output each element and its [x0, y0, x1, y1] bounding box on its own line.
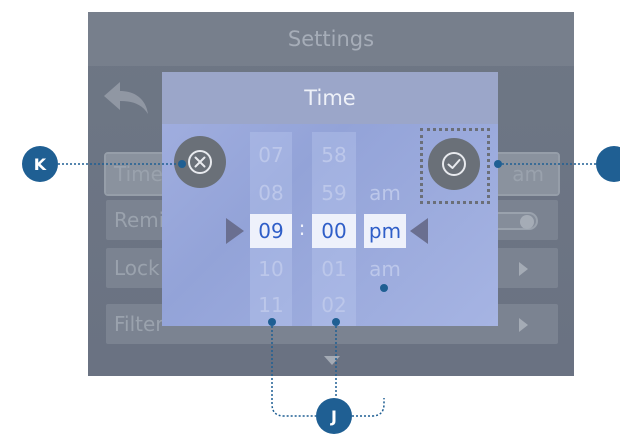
ampm-option[interactable]: am — [364, 176, 406, 210]
callout-j: J — [316, 398, 352, 434]
minute-wheel[interactable]: 58 59 00 01 02 — [312, 132, 356, 326]
callout-anchor-dot — [332, 318, 340, 326]
chevron-right-icon — [519, 262, 528, 276]
ampm-selected[interactable]: pm — [364, 214, 406, 248]
confirm-button[interactable] — [428, 138, 480, 190]
callout-anchor-dot — [268, 318, 276, 326]
hour-selected[interactable]: 09 — [250, 214, 292, 248]
hour-option[interactable]: 11 — [250, 288, 292, 322]
hour-option[interactable]: 10 — [250, 252, 292, 286]
menu-item-label: Filter — [114, 312, 164, 336]
callout-right — [596, 146, 620, 182]
callout-anchor-dot — [494, 160, 502, 168]
chevron-down-icon[interactable] — [324, 356, 340, 365]
callout-k: K — [22, 146, 58, 182]
time-dialog: Time 07 08 09 10 11 : 58 59 00 01 02 am … — [162, 72, 498, 326]
menu-item-value: am — [512, 162, 544, 186]
dialog-title: Time — [162, 72, 498, 124]
close-circle-icon — [188, 150, 212, 174]
screen-title: Settings — [88, 12, 574, 66]
menu-item-label: Lock — [114, 256, 160, 280]
menu-item-label: Time — [114, 162, 163, 186]
check-circle-icon — [442, 152, 466, 176]
minute-option[interactable]: 58 — [312, 138, 356, 172]
hour-wheel[interactable]: 07 08 09 10 11 — [250, 132, 292, 326]
back-arrow-icon[interactable] — [100, 78, 152, 118]
callout-anchor-dot — [178, 160, 186, 168]
hour-option[interactable]: 08 — [250, 176, 292, 210]
callout-anchor-dot — [380, 284, 388, 292]
minute-option[interactable]: 59 — [312, 176, 356, 210]
chevron-right-icon — [519, 318, 528, 332]
selection-right-arrow-icon — [410, 218, 428, 244]
minute-option[interactable]: 02 — [312, 288, 356, 322]
selection-left-arrow-icon — [226, 218, 244, 244]
hour-option[interactable]: 07 — [250, 138, 292, 172]
minute-option[interactable]: 01 — [312, 252, 356, 286]
minute-selected[interactable]: 00 — [312, 214, 356, 248]
ampm-option[interactable]: am — [364, 252, 406, 286]
time-separator: : — [298, 216, 306, 240]
